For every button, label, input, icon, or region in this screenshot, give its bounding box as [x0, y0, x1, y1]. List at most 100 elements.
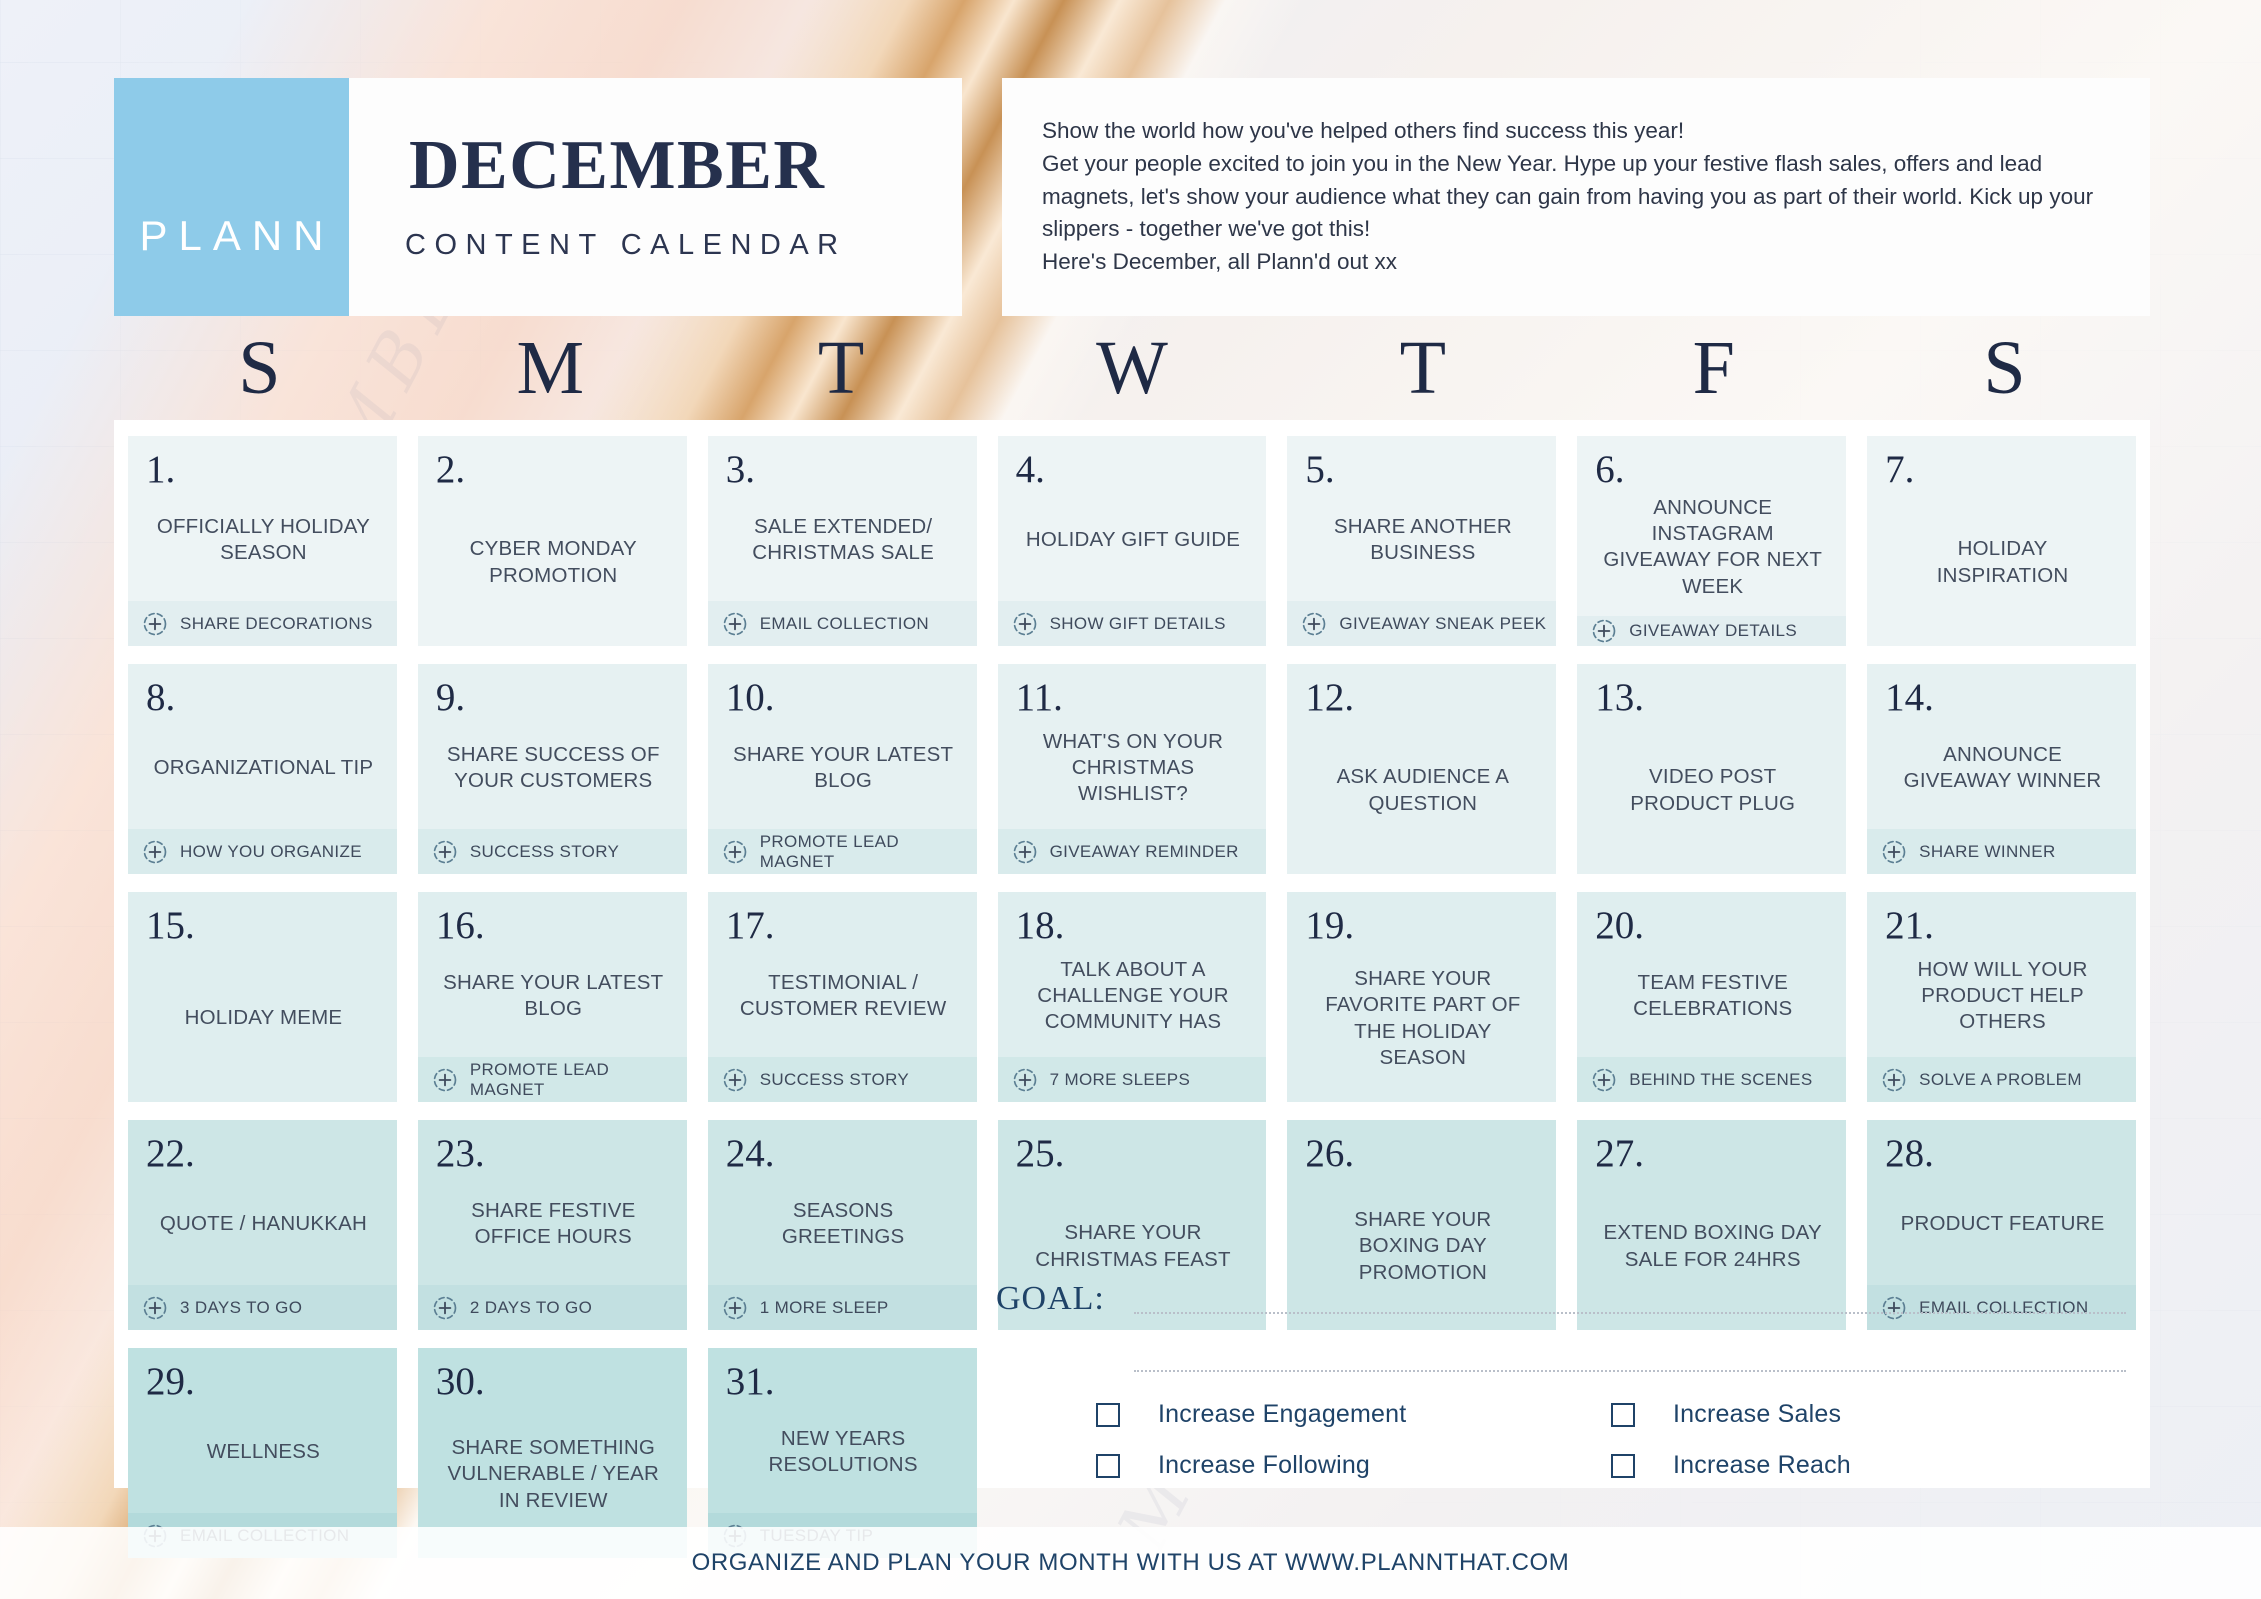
- weekday-letter-3: W: [1096, 326, 1168, 410]
- day-caption: SHARE FESTIVE OFFICE HOURS: [471, 1198, 636, 1248]
- calendar-day-cell[interactable]: 4. HOLIDAY GIFT GUIDE SHOW GIFT DETAILS: [997, 436, 1267, 646]
- goal-option[interactable]: Increase Sales: [1611, 1400, 2126, 1429]
- story-prompt[interactable]: PROMOTE LEAD MAGNET: [707, 829, 977, 874]
- day-number: 23.: [435, 1132, 485, 1175]
- story-prompt[interactable]: 7 MORE SLEEPS: [997, 1057, 1267, 1102]
- story-prompt[interactable]: SOLVE A PROBLEM: [1867, 1057, 2136, 1102]
- calendar-day-cell[interactable]: 6. ANNOUNCE INSTAGRAM GIVEAWAY FOR NEXT W…: [1577, 436, 1847, 646]
- calendar-day-cell[interactable]: 3. SALE EXTENDED/ CHRISTMAS SALE EMAIL COL…: [707, 436, 977, 646]
- goal-checkbox[interactable]: [1611, 1453, 1635, 1478]
- day-cell-body: 16. SHARE YOUR LATEST BLOG: [417, 892, 687, 1057]
- calendar-day-cell[interactable]: 5. SHARE ANOTHER BUSINESS GIVEAWAY SNEAK P…: [1287, 436, 1557, 646]
- story-prompt[interactable]: GIVEAWAY DETAILS: [1577, 615, 1847, 646]
- day-caption: SHARE YOUR LATEST BLOG: [733, 742, 954, 792]
- story-prompt-label: SHOW GIFT DETAILS: [1049, 613, 1226, 633]
- day-number: 9.: [435, 676, 466, 719]
- story-prompt[interactable]: SHARE WINNER: [1867, 829, 2136, 874]
- story-prompt-label: 1 MORE SLEEP: [759, 1297, 889, 1317]
- weekday-letter-4: T: [1399, 326, 1447, 410]
- story-prompt[interactable]: 3 DAYS TO GO: [128, 1285, 397, 1330]
- calendar-day-cell[interactable]: 24. SEASONS GREETINGS 1 MORE SLEEP: [707, 1120, 977, 1330]
- day-number: 3.: [725, 448, 755, 491]
- day-number: 18.: [1015, 904, 1065, 947]
- page-title: DECEMBER: [405, 131, 830, 205]
- story-prompt-label: 2 DAYS TO GO: [469, 1297, 593, 1317]
- story-prompt[interactable]: SHOW GIFT DETAILS: [997, 601, 1267, 646]
- goal-option[interactable]: Increase Engagement: [1096, 1400, 1611, 1429]
- day-number: 27.: [1595, 1132, 1645, 1175]
- story-prompt-label: SHARE DECORATIONS: [180, 613, 373, 633]
- day-cell-body: 15. HOLIDAY MEME: [128, 892, 397, 1102]
- story-prompt[interactable]: 1 MORE SLEEP: [707, 1285, 977, 1330]
- add-to-story-icon: [723, 612, 747, 635]
- day-cell-body: 2. CYBER MONDAY PROMOTION: [417, 436, 687, 646]
- day-cell-body: 18. TALK ABOUT A CHALLENGE YOUR COMMUNITY…: [997, 892, 1267, 1057]
- goal-checkbox[interactable]: [1611, 1402, 1635, 1427]
- calendar-day-cell[interactable]: 10. SHARE YOUR LATEST BLOG PROMOTE LEAD MA…: [707, 664, 977, 874]
- add-to-story-icon: [1882, 1068, 1906, 1091]
- goal-option[interactable]: Increase Reach: [1611, 1451, 2126, 1480]
- calendar-day-cell[interactable]: 20. TEAM FESTIVE CELEBRATIONS BEHIND THE S…: [1577, 892, 1847, 1102]
- day-number: 6.: [1595, 448, 1625, 491]
- story-prompt[interactable]: GIVEAWAY REMINDER: [997, 829, 1267, 874]
- day-caption: VIDEO POST PRODUCT PLUG: [1630, 765, 1796, 815]
- day-caption: ANNOUNCE INSTAGRAM GIVEAWAY FOR NEXT WEE…: [1603, 496, 1823, 598]
- story-prompt[interactable]: SUCCESS STORY: [707, 1057, 977, 1102]
- day-number: 4.: [1015, 448, 1045, 491]
- day-number: 21.: [1885, 904, 1934, 947]
- day-cell-body: 14. ANNOUNCE GIVEAWAY WINNER: [1867, 664, 2136, 829]
- calendar-day-cell[interactable]: 22. QUOTE / HANUKKAH 3 DAYS TO GO: [128, 1120, 397, 1330]
- day-number: 26.: [1305, 1132, 1355, 1175]
- plann-logo: PLANN: [114, 78, 349, 316]
- story-prompt-label: SUCCESS STORY: [469, 841, 620, 861]
- goal-checkbox[interactable]: [1096, 1402, 1120, 1427]
- day-number: 7.: [1885, 448, 1915, 491]
- calendar-day-cell[interactable]: 13. VIDEO POST PRODUCT PLUG: [1577, 664, 1847, 874]
- goal-panel: GOAL: Increase Engagement Increase Sales I…: [996, 1272, 2126, 1479]
- calendar-day-cell[interactable]: 17. TESTIMONIAL / CUSTOMER REVIEW SUCCESS …: [707, 892, 977, 1102]
- goal-write-line-1[interactable]: [1134, 1312, 2126, 1314]
- day-caption: SHARE YOUR FAVORITE PART OF THE HOLIDAY …: [1325, 967, 1521, 1069]
- day-caption: HOLIDAY INSPIRATION: [1936, 537, 2069, 587]
- story-prompt[interactable]: GIVEAWAY SNEAK PEEK: [1287, 601, 1557, 646]
- day-cell-body: 9. SHARE SUCCESS OF YOUR CUSTOMERS: [417, 664, 687, 829]
- story-prompt[interactable]: PROMOTE LEAD MAGNET: [417, 1057, 687, 1102]
- story-prompt-label: SUCCESS STORY: [759, 1069, 910, 1089]
- calendar-day-cell[interactable]: 19. SHARE YOUR FAVORITE PART OF THE HOLID…: [1287, 892, 1557, 1102]
- story-prompt[interactable]: BEHIND THE SCENES: [1577, 1057, 1847, 1102]
- story-prompt[interactable]: HOW YOU ORGANIZE: [128, 829, 397, 874]
- calendar-day-cell[interactable]: 1. OFFICIALLY HOLIDAY SEASON SHARE DECORAT…: [128, 436, 397, 646]
- calendar-day-cell[interactable]: 8. ORGANIZATIONAL TIP HOW YOU ORGANIZE: [128, 664, 397, 874]
- day-number: 19.: [1305, 904, 1355, 947]
- day-number: 11.: [1015, 676, 1063, 719]
- day-number: 20.: [1595, 904, 1645, 947]
- goal-checkbox[interactable]: [1096, 1453, 1120, 1478]
- story-prompt[interactable]: SUCCESS STORY: [417, 829, 687, 874]
- calendar-day-cell[interactable]: 21. HOW WILL YOUR PRODUCT HELP OTHERS SOLV…: [1867, 892, 2136, 1102]
- add-to-story-icon: [433, 1296, 457, 1319]
- goal-option[interactable]: Increase Following: [1096, 1451, 1611, 1480]
- page-subtitle: CONTENT CALENDAR: [405, 228, 847, 261]
- story-prompt[interactable]: 2 DAYS TO GO: [417, 1285, 687, 1330]
- story-prompt[interactable]: EMAIL COLLECTION: [707, 601, 977, 646]
- day-cell-body: 6. ANNOUNCE INSTAGRAM GIVEAWAY FOR NEXT W…: [1577, 436, 1847, 616]
- day-caption: WHAT'S ON YOUR CHRISTMAS WISHLIST?: [1042, 729, 1224, 806]
- calendar-day-cell[interactable]: 7. HOLIDAY INSPIRATION: [1867, 436, 2136, 646]
- calendar-day-cell[interactable]: 16. SHARE YOUR LATEST BLOG PROMOTE LEAD MA…: [417, 892, 687, 1102]
- day-caption: SEASONS GREETINGS: [781, 1198, 905, 1248]
- calendar-day-cell[interactable]: 9. SHARE SUCCESS OF YOUR CUSTOMERS SUCCESS…: [417, 664, 687, 874]
- calendar-day-cell[interactable]: 14. ANNOUNCE GIVEAWAY WINNER SHARE WINNER: [1867, 664, 2136, 874]
- story-prompt[interactable]: SHARE DECORATIONS: [128, 601, 397, 646]
- goal-write-line-2[interactable]: [1134, 1370, 2126, 1372]
- day-cell-body: 4. HOLIDAY GIFT GUIDE: [997, 436, 1267, 601]
- day-caption: HOLIDAY GIFT GUIDE: [1025, 527, 1241, 551]
- calendar-day-cell[interactable]: 18. TALK ABOUT A CHALLENGE YOUR COMMUNITY…: [997, 892, 1267, 1102]
- add-to-story-icon: [143, 1296, 167, 1319]
- calendar-day-cell[interactable]: 12. ASK AUDIENCE A QUESTION: [1287, 664, 1557, 874]
- calendar-day-cell[interactable]: 23. SHARE FESTIVE OFFICE HOURS 2 DAYS TO G…: [417, 1120, 687, 1330]
- day-caption: CYBER MONDAY PROMOTION: [469, 537, 637, 587]
- calendar-day-cell[interactable]: 15. HOLIDAY MEME: [128, 892, 397, 1102]
- calendar-day-cell[interactable]: 2. CYBER MONDAY PROMOTION: [417, 436, 687, 646]
- calendar-day-cell[interactable]: 11. WHAT'S ON YOUR CHRISTMAS WISHLIST? GIV…: [997, 664, 1267, 874]
- logo-text: PLANN: [139, 212, 335, 259]
